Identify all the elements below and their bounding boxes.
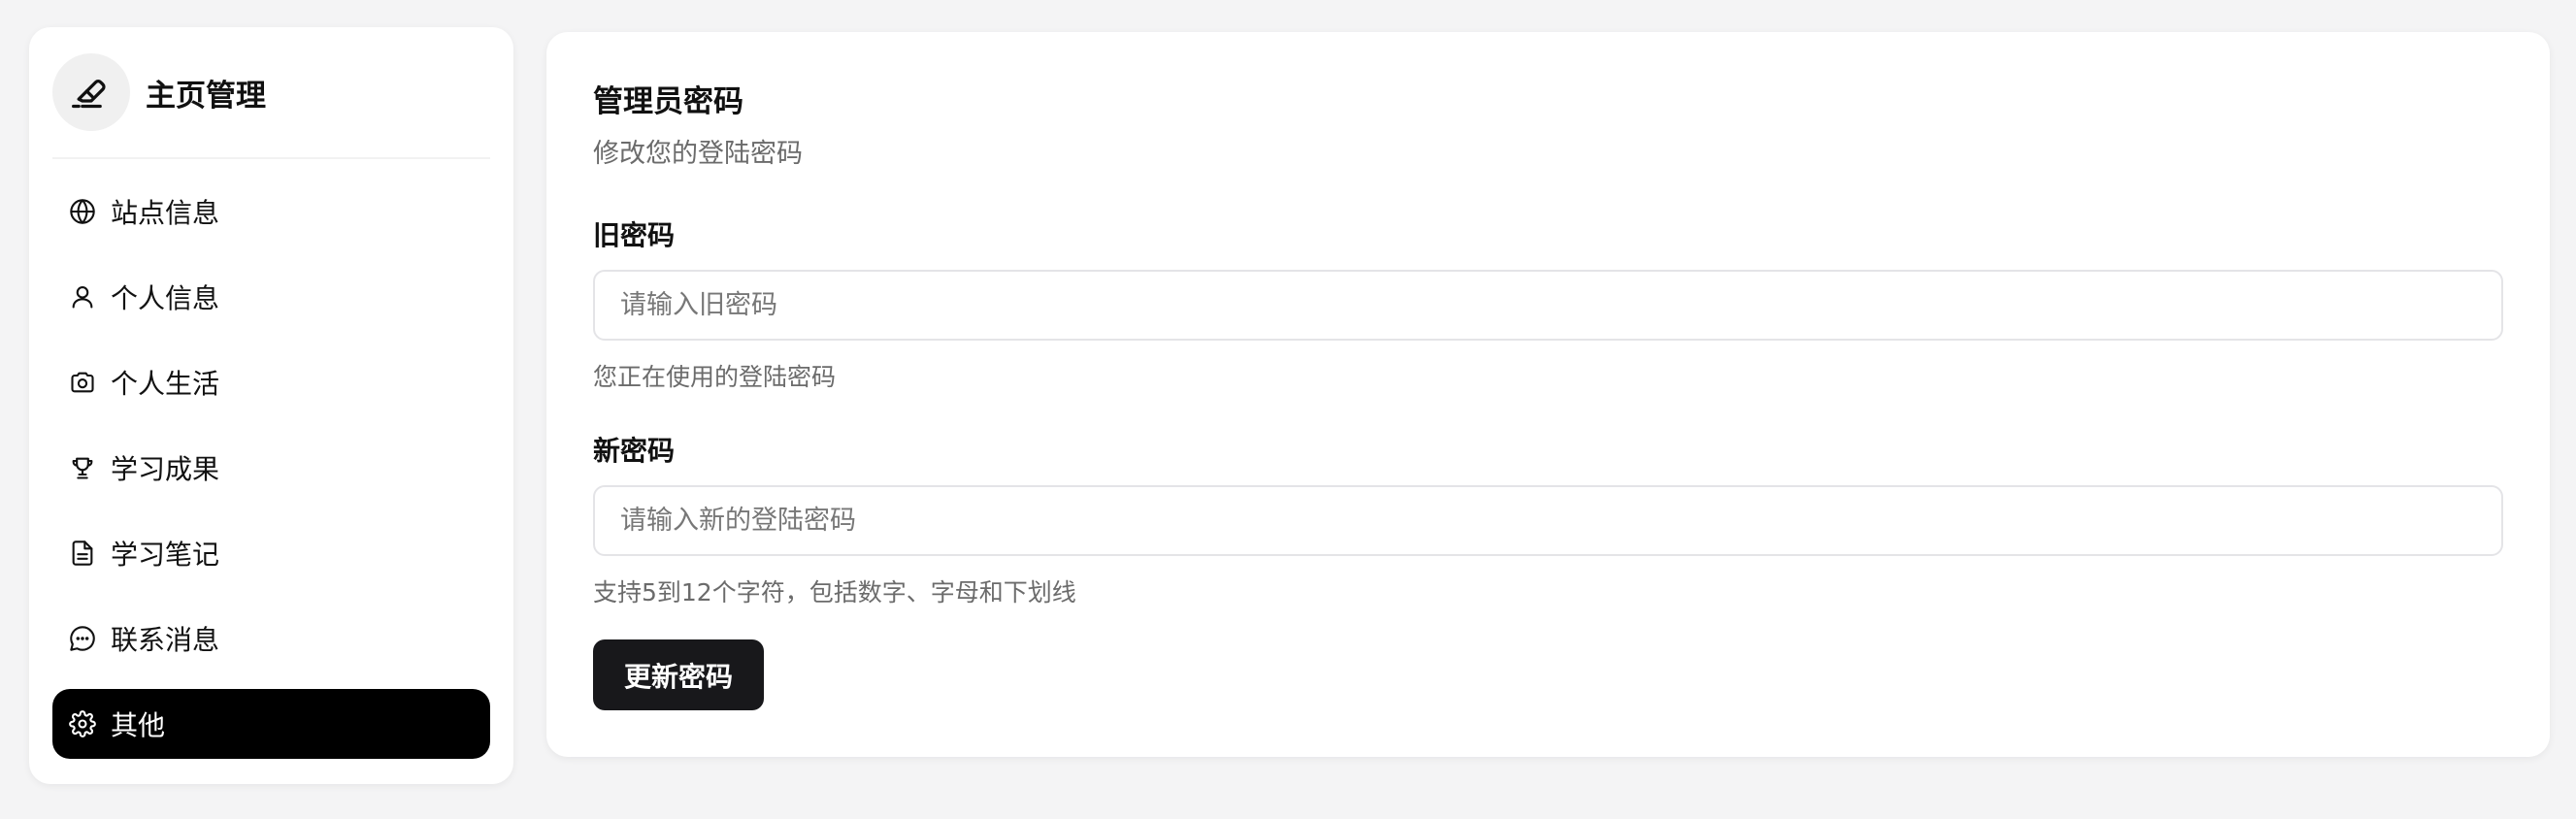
brand-title: 主页管理 xyxy=(146,78,266,114)
trophy-icon xyxy=(68,453,97,482)
brand: 主页管理 xyxy=(52,52,490,132)
new-password-label: 新密码 xyxy=(593,435,676,467)
eraser-icon xyxy=(70,69,113,115)
new-password-input[interactable] xyxy=(593,485,2503,556)
sidebar-item-label: 个人信息 xyxy=(111,282,220,314)
sidebar-item-personal-life[interactable]: 个人生活 xyxy=(52,347,490,417)
sidebar-item-personal-info[interactable]: 个人信息 xyxy=(52,262,490,332)
gear-icon xyxy=(68,709,97,738)
sidebar-item-label: 个人生活 xyxy=(111,368,220,400)
card-title: 管理员密码 xyxy=(593,84,743,119)
sidebar-item-other[interactable]: 其他 xyxy=(52,689,490,759)
user-icon xyxy=(68,282,97,311)
sidebar-item-label: 其他 xyxy=(111,709,166,741)
old-password-label: 旧密码 xyxy=(593,219,676,251)
chat-bubble-icon xyxy=(68,624,97,653)
globe-icon xyxy=(68,197,97,226)
brand-avatar xyxy=(52,53,130,131)
sidebar-nav: 站点信息 个人信息 个人生活 学习成果 学习笔记 联系消息 其他 xyxy=(52,177,490,759)
document-icon xyxy=(68,539,97,568)
sidebar-item-notes[interactable]: 学习笔记 xyxy=(52,518,490,588)
update-password-button[interactable]: 更新密码 xyxy=(593,639,764,710)
sidebar-item-label: 学习笔记 xyxy=(111,539,220,571)
old-password-input[interactable] xyxy=(593,270,2503,341)
sidebar-item-label: 学习成果 xyxy=(111,453,220,485)
sidebar-item-site-info[interactable]: 站点信息 xyxy=(52,177,490,246)
old-password-help: 您正在使用的登陆密码 xyxy=(593,363,837,391)
divider xyxy=(52,157,490,159)
sidebar-item-messages[interactable]: 联系消息 xyxy=(52,604,490,673)
sidebar-item-label: 联系消息 xyxy=(111,624,220,656)
sidebar-item-achievements[interactable]: 学习成果 xyxy=(52,433,490,503)
sidebar-item-label: 站点信息 xyxy=(111,197,220,229)
card-subtitle: 修改您的登陆密码 xyxy=(593,139,803,169)
camera-icon xyxy=(68,368,97,397)
new-password-help: 支持5到12个字符，包括数字、字母和下划线 xyxy=(593,578,1076,606)
sidebar: 主页管理 站点信息 个人信息 个人生活 学习成果 学习笔记 联系消息 其他 xyxy=(29,27,513,784)
password-card: 管理员密码 修改您的登陆密码 旧密码 您正在使用的登陆密码 新密码 支持5到12… xyxy=(546,32,2550,757)
